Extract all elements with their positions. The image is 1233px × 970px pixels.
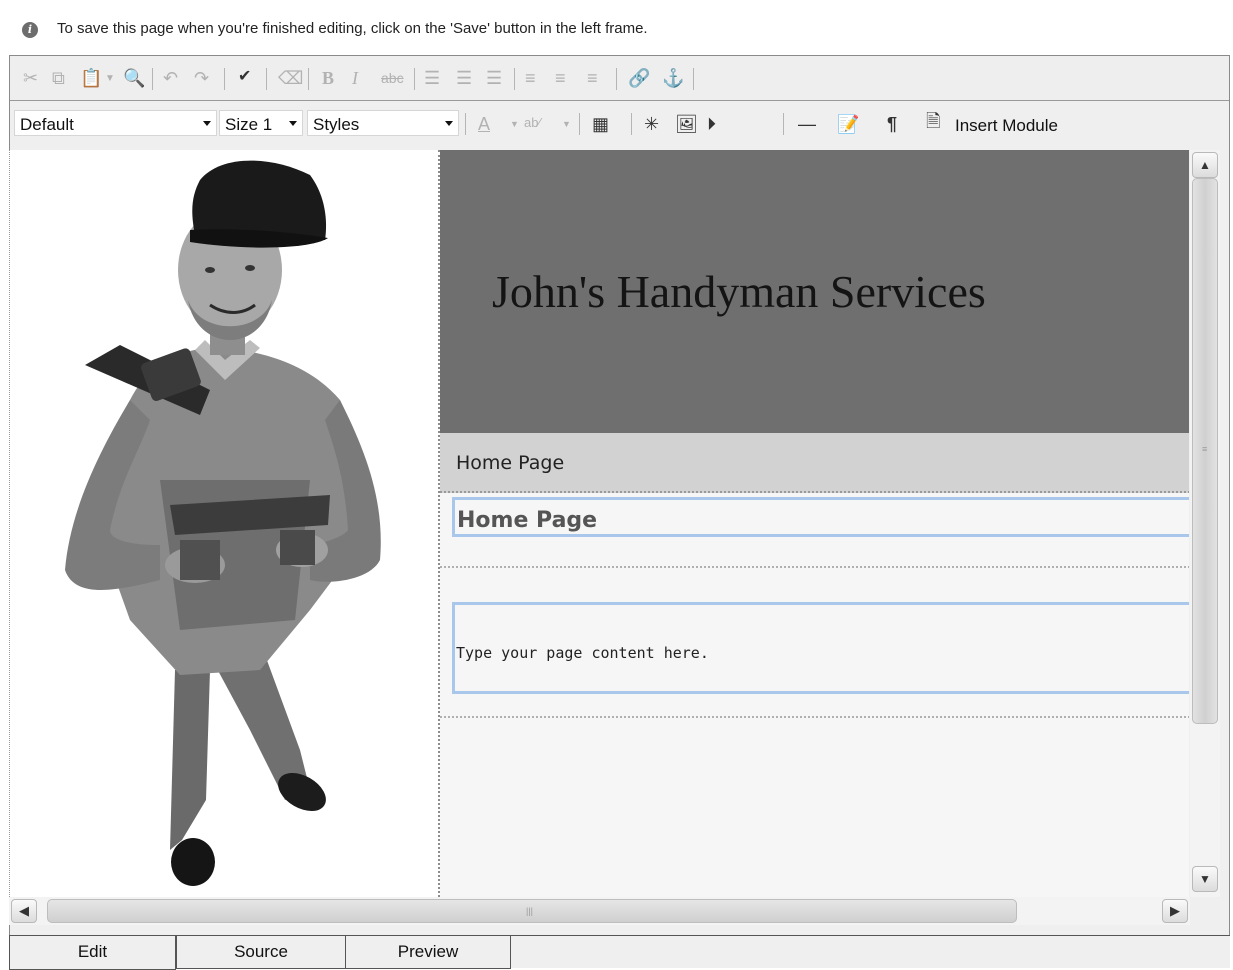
insert-table-icon[interactable]: ▦ — [592, 112, 609, 136]
paragraph-marks-icon[interactable]: ¶ — [887, 112, 897, 136]
toolbar-separator — [308, 68, 309, 90]
scroll-down-button[interactable]: ▼ — [1192, 866, 1218, 892]
styles-value: Styles — [313, 115, 360, 134]
align-right-icon[interactable]: ≡ — [587, 66, 598, 90]
bullet-list-icon[interactable]: ☰ — [456, 66, 472, 90]
insert-flash-icon[interactable]: ✳ — [644, 112, 659, 136]
region-divider — [440, 566, 1189, 568]
italic-icon[interactable]: I — [352, 66, 358, 90]
toolbar-separator — [414, 68, 415, 90]
info-icon: i — [22, 22, 38, 38]
page-content-text: Type your page content here. — [456, 644, 709, 662]
tab-source[interactable]: Source — [176, 935, 346, 969]
region-divider — [440, 716, 1189, 718]
grip-icon: ≡ — [1202, 444, 1208, 454]
nav-bar: Home Page — [440, 433, 1189, 493]
insert-document-icon[interactable]: 📝 — [837, 112, 859, 136]
horizontal-rule-icon[interactable]: — — [798, 112, 816, 136]
chevron-down-icon — [289, 121, 297, 126]
cut-icon[interactable]: ✂ — [23, 66, 38, 90]
editor-mode-tabs: Edit Source Preview — [9, 935, 1230, 970]
site-title: John's Handyman Services — [492, 266, 986, 317]
toolbar-separator — [783, 113, 784, 135]
left-image-cell — [10, 150, 440, 897]
undo-icon[interactable]: ↶ — [163, 66, 178, 90]
nav-item-home[interactable]: Home Page — [456, 452, 564, 474]
horizontal-scroll-thumb[interactable]: ||| — [47, 899, 1017, 923]
handyman-photo — [65, 160, 381, 886]
highlight-color-icon[interactable]: ab⁄ — [524, 110, 541, 134]
font-color-icon[interactable]: A — [478, 112, 490, 136]
insert-media-icon[interactable]: ⏵ — [707, 112, 716, 136]
html-editor-window: i To save this page when you're finished… — [0, 0, 1233, 970]
insert-module-icon[interactable]: 🗎 — [926, 111, 940, 136]
anchor-icon[interactable]: ⚓ — [662, 66, 684, 90]
page-heading: Home Page — [457, 508, 598, 533]
toolbar-separator — [616, 68, 617, 90]
vertical-scroll-thumb[interactable]: ≡ — [1192, 178, 1218, 724]
font-color-chevron-down-icon[interactable]: ▼ — [510, 112, 519, 136]
chevron-down-icon — [445, 121, 453, 126]
toolbar-separator — [693, 68, 694, 90]
insert-image-icon[interactable]: 🖼 — [675, 112, 698, 136]
info-message: To save this page when you're finished e… — [57, 20, 648, 37]
toolbar-separator — [465, 113, 466, 135]
toolbar-edit: ✂ ⧉ 📋 ▼ 🔍 ↶ ↷ ✔ ⌫ B I abc ☰ ☰ ☰ ≡ ≡ ≡ 🔗 — [10, 56, 1229, 101]
toolbar-separator — [631, 113, 632, 135]
font-name-dropdown[interactable]: Default — [14, 110, 217, 136]
find-icon[interactable]: 🔍 — [123, 66, 145, 90]
font-size-value: Size 1 — [225, 115, 273, 134]
font-size-dropdown[interactable]: Size 1 — [219, 110, 303, 136]
copy-icon[interactable]: ⧉ — [52, 66, 65, 90]
site-banner: John's Handyman Services — [440, 150, 1189, 433]
align-left-icon[interactable]: ≡ — [525, 66, 536, 90]
indent-icon[interactable]: ☰ — [486, 66, 502, 90]
toolbar-separator — [266, 68, 267, 90]
grip-icon: ||| — [526, 906, 534, 916]
link-icon[interactable]: 🔗 — [628, 66, 650, 90]
scroll-up-button[interactable]: ▲ — [1192, 152, 1218, 178]
info-bar: i To save this page when you're finished… — [0, 0, 1233, 55]
scroll-left-button[interactable]: ◀ — [11, 899, 37, 923]
toolbar-separator — [514, 68, 515, 90]
right-content-cell: John's Handyman Services Home Page Home … — [440, 150, 1189, 897]
page-heading-region[interactable]: Home Page — [452, 497, 1189, 537]
toolbar-separator — [224, 68, 225, 90]
insert-module-button[interactable]: Insert Module — [955, 116, 1058, 136]
spellcheck-icon[interactable]: ✔ — [238, 64, 251, 88]
paste-options-chevron-down-icon[interactable]: ▼ — [105, 66, 115, 90]
strikethrough-icon[interactable]: abc — [381, 66, 404, 90]
vertical-scrollbar[interactable]: ▲ ≡ ▼ — [1190, 150, 1220, 897]
toolbar-separator — [579, 113, 580, 135]
redo-icon[interactable]: ↷ — [194, 66, 209, 90]
paste-icon[interactable]: 📋 — [80, 66, 102, 90]
highlight-chevron-down-icon[interactable]: ▼ — [562, 112, 571, 136]
design-surface[interactable]: John's Handyman Services Home Page Home … — [9, 150, 1189, 897]
page-content-region[interactable]: Type your page content here. — [452, 602, 1189, 694]
tab-edit[interactable]: Edit — [9, 936, 176, 970]
align-center-icon[interactable]: ≡ — [555, 66, 566, 90]
chevron-down-icon — [203, 121, 211, 126]
eraser-icon[interactable]: ⌫ — [278, 66, 303, 90]
tab-preview[interactable]: Preview — [345, 935, 511, 969]
bold-icon[interactable]: B — [322, 66, 334, 90]
numbered-list-icon[interactable]: ☰ — [424, 66, 440, 90]
horizontal-scrollbar[interactable]: ◀ ||| ▶ — [9, 897, 1190, 925]
toolbar-separator — [152, 68, 153, 90]
styles-dropdown[interactable]: Styles — [307, 110, 459, 136]
scroll-right-button[interactable]: ▶ — [1162, 899, 1188, 923]
font-name-value: Default — [20, 115, 74, 134]
